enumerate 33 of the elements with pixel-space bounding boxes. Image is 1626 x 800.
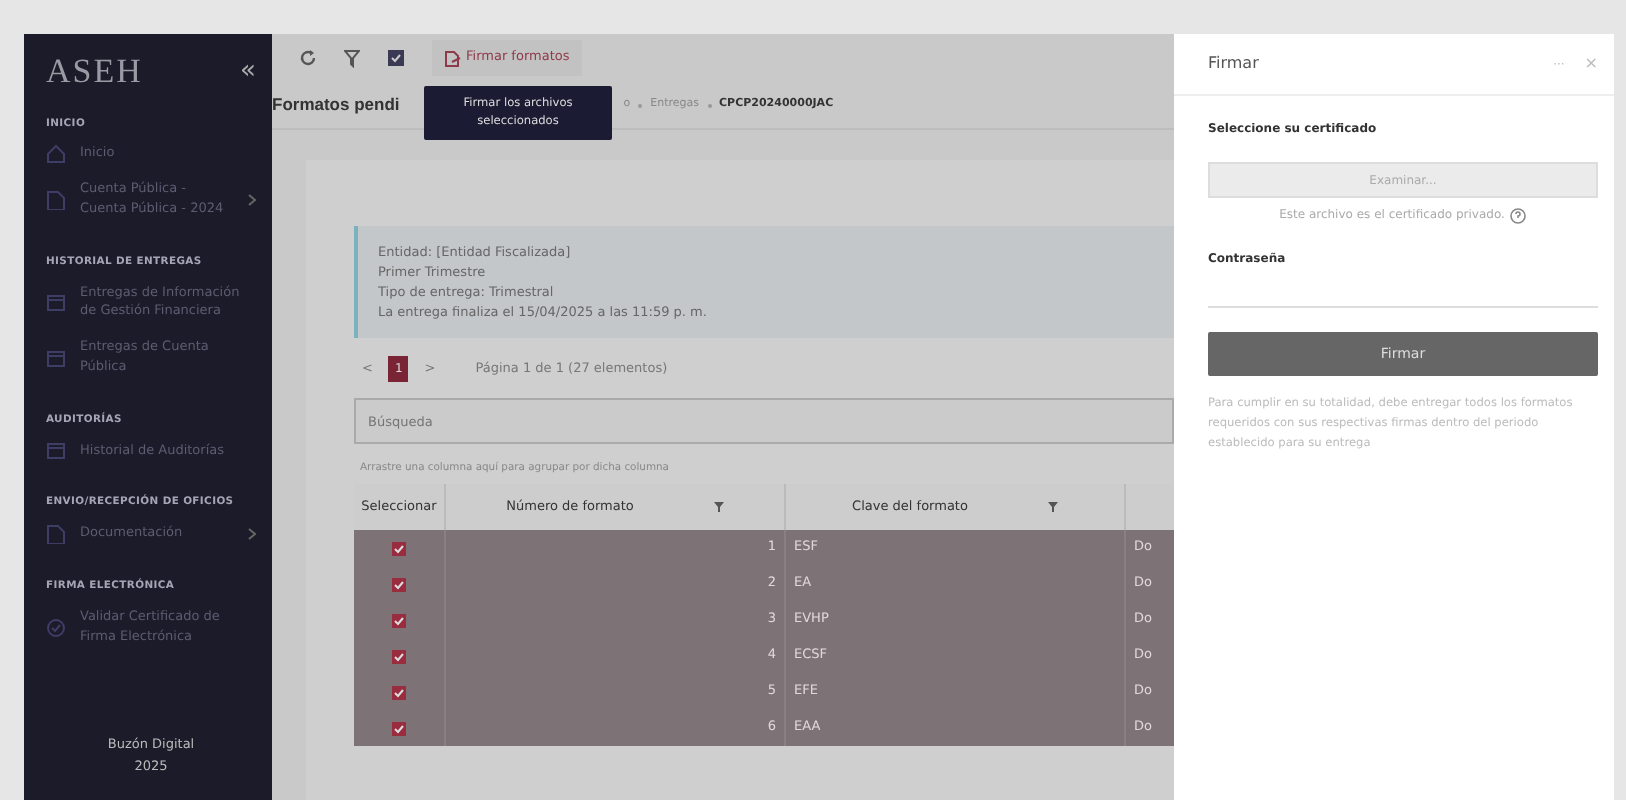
document-icon bbox=[444, 49, 462, 67]
check-icon bbox=[392, 721, 406, 736]
row-checkbox[interactable] bbox=[392, 649, 406, 664]
separator-dot bbox=[707, 103, 712, 107]
check-circle-icon bbox=[46, 617, 66, 638]
collapse-button[interactable]: « bbox=[240, 52, 256, 91]
logo: ASEH bbox=[46, 50, 143, 94]
calendar-icon bbox=[46, 440, 66, 461]
home-icon bbox=[46, 144, 66, 165]
calendar-icon bbox=[46, 347, 66, 368]
row-checkbox[interactable] bbox=[392, 613, 406, 628]
page-title: Formatos pendi bbox=[272, 94, 400, 116]
check-icon bbox=[392, 685, 406, 700]
checkbox-icon[interactable] bbox=[388, 50, 404, 66]
document-icon bbox=[46, 524, 66, 545]
row-checkbox[interactable] bbox=[392, 541, 406, 556]
drawer-title: Firmar bbox=[1208, 54, 1261, 74]
check-icon bbox=[392, 541, 406, 556]
check-icon bbox=[392, 649, 406, 664]
separator-dot bbox=[638, 103, 643, 107]
check-icon bbox=[392, 577, 406, 592]
filter-icon[interactable] bbox=[1047, 502, 1058, 513]
refresh-icon[interactable] bbox=[300, 50, 316, 66]
check-icon bbox=[392, 613, 406, 628]
document-icon bbox=[46, 190, 66, 211]
calendar-icon bbox=[46, 292, 66, 313]
filter-icon[interactable] bbox=[344, 49, 360, 67]
help-icon[interactable] bbox=[1510, 207, 1527, 223]
close-button[interactable]: × bbox=[1584, 52, 1598, 76]
row-checkbox[interactable] bbox=[392, 721, 406, 736]
filter-icon[interactable] bbox=[713, 502, 724, 513]
row-checkbox[interactable] bbox=[392, 685, 406, 700]
row-checkbox[interactable] bbox=[392, 577, 406, 592]
